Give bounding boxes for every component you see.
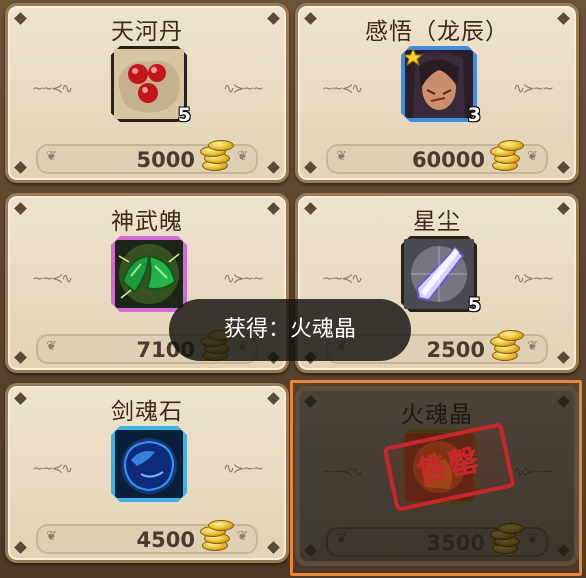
obtained-toast: 获得：火魂晶 <box>169 299 411 361</box>
leaf-ornament: ❦ <box>46 149 57 164</box>
flourish-ornament: ∿≻~~ <box>513 81 554 97</box>
item-quantity: 5 <box>177 104 191 126</box>
item-name: 神武魄 <box>111 209 183 235</box>
item-price: 4500 <box>136 528 195 552</box>
corner-ornament <box>304 544 317 557</box>
leaf-ornament: ❦ <box>527 339 538 354</box>
leaf-ornament: ❦ <box>527 149 538 164</box>
corner-ornament <box>267 541 280 554</box>
corner-ornament <box>557 161 570 174</box>
green-soul-stone-icon[interactable] <box>111 236 187 312</box>
item-name: 剑魂石 <box>111 399 183 425</box>
gold-coin-icon <box>486 140 524 174</box>
leaf-ornament: ❦ <box>237 149 248 164</box>
item-quantity: 3 <box>467 104 481 126</box>
leaf-ornament: ❦ <box>237 529 248 544</box>
flourish-ornament: ~~≺∿ <box>322 271 363 287</box>
flourish-ornament: ∿≻~~ <box>223 81 264 97</box>
item-price: 60000 <box>411 148 485 172</box>
item-quantity: 5 <box>467 294 481 316</box>
hero-portrait-icon[interactable]: 3 <box>401 46 481 126</box>
item-price: 3500 <box>426 531 485 555</box>
item-price: 5000 <box>136 148 195 172</box>
flourish-ornament: ~~≺∿ <box>32 461 73 477</box>
corner-ornament <box>557 544 570 557</box>
gold-coin-icon <box>486 330 524 364</box>
flourish-ornament: ~~≺∿ <box>32 81 73 97</box>
shop-grid: 天河丹 ~~≺∿ ∿≻~~ 5 ❦ 5000 ❦ 感悟（龙辰） ~~≺∿ ∿≻~… <box>0 0 586 578</box>
red-pills-icon[interactable]: 5 <box>111 46 191 126</box>
item-name: 天河丹 <box>111 19 183 45</box>
flourish-ornament: ∿≻~~ <box>513 271 554 287</box>
corner-ornament <box>267 161 280 174</box>
price-bar: ❦ 4500 ❦ <box>36 520 258 554</box>
leaf-ornament: ❦ <box>336 149 347 164</box>
leaf-ornament: ❦ <box>46 529 57 544</box>
shop-item-card[interactable]: 天河丹 ~~≺∿ ∿≻~~ 5 ❦ 5000 ❦ <box>5 3 289 183</box>
gold-coin-icon <box>196 140 234 174</box>
corner-ornament <box>557 351 570 364</box>
gold-coin-icon <box>196 520 234 554</box>
shop-item-card[interactable]: 剑魂石 ~~≺∿ ∿≻~~ ❦ 4500 ❦ <box>5 383 289 563</box>
shop-item-card[interactable]: 感悟（龙辰） ~~≺∿ ∿≻~~ 3 ❦ 60000 ❦ <box>295 3 579 183</box>
flourish-ornament: ∿≻~~ <box>223 271 264 287</box>
flourish-ornament: ~~≺∿ <box>322 81 363 97</box>
flourish-ornament: ~~≺∿ <box>32 271 73 287</box>
leaf-ornament: ❦ <box>336 532 347 547</box>
leaf-ornament: ❦ <box>527 532 538 547</box>
corner-ornament <box>14 541 27 554</box>
item-name: 感悟（龙辰） <box>365 19 509 45</box>
flourish-ornament: ∿≻~~ <box>223 461 264 477</box>
gold-coin-icon <box>486 523 524 557</box>
flourish-ornament: ~~≺∿ <box>322 464 363 480</box>
corner-ornament <box>14 161 27 174</box>
corner-ornament <box>304 161 317 174</box>
crystal-shard-icon[interactable]: 5 <box>401 236 481 316</box>
item-name: 火魂晶 <box>401 402 473 428</box>
blue-gem-icon[interactable] <box>111 426 187 502</box>
price-bar: ❦ 60000 ❦ <box>326 140 548 174</box>
corner-ornament <box>14 351 27 364</box>
price-bar: ❦ 5000 ❦ <box>36 140 258 174</box>
leaf-ornament: ❦ <box>46 339 57 354</box>
item-name: 星尘 <box>413 209 461 235</box>
price-bar: ❦ 3500 ❦ <box>326 523 548 557</box>
